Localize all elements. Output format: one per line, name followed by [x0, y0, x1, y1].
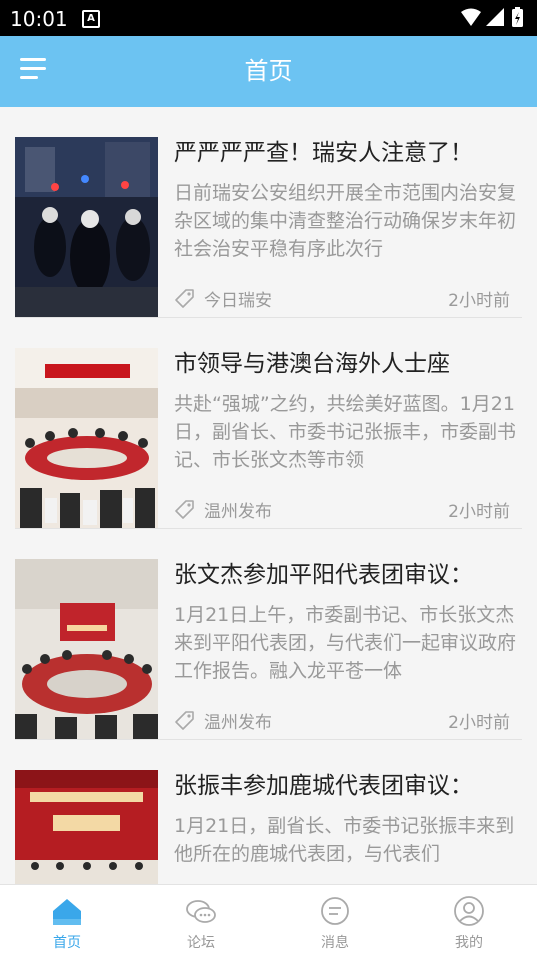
app-bar: 首页	[0, 36, 537, 107]
battery-icon	[512, 7, 523, 27]
home-icon	[53, 899, 81, 925]
news-thumbnail	[15, 770, 158, 884]
status-time: 10:01	[10, 7, 68, 31]
news-summary: 共赴“强城”之约，共绘美好蓝图。1月21日，副省长、市委书记张振丰，市委副书记、…	[174, 393, 517, 471]
status-bar: 10:01 A	[0, 0, 537, 36]
chat-icon	[186, 900, 216, 923]
news-title[interactable]: 严严严严查！瑞安人注意了！	[174, 137, 522, 169]
signal-icon	[486, 8, 504, 26]
news-time: 2小时前	[448, 291, 510, 311]
news-title[interactable]: 市领导与港澳台海外人士座	[174, 348, 522, 380]
notification-icon: A	[82, 10, 100, 28]
bottom-tab-bar: 首页 论坛 消息 我的	[0, 884, 537, 957]
news-time: 2小时前	[448, 713, 510, 733]
tab-forum[interactable]: 论坛	[134, 885, 268, 957]
news-title[interactable]: 张振丰参加鹿城代表团审议：	[174, 770, 522, 802]
tab-label: 我的	[455, 935, 483, 951]
tab-label: 首页	[53, 935, 81, 951]
tab-messages[interactable]: 消息	[268, 885, 402, 957]
news-meta: 温州发布 2小时前	[174, 496, 510, 522]
tab-profile[interactable]: 我的	[402, 885, 536, 957]
news-summary: 1月21日上午，市委副书记、市长张文杰来到平阳代表团，与代表们一起审议政府工作报…	[174, 604, 517, 682]
tag-icon	[175, 711, 194, 730]
news-meta: 温州发布 2小时前	[174, 707, 510, 733]
page-title: 首页	[244, 57, 293, 85]
tab-home[interactable]: 首页	[0, 885, 134, 957]
news-source: 今日瑞安	[204, 291, 272, 311]
news-meta: 今日瑞安 2小时前	[174, 285, 510, 311]
tab-label: 消息	[321, 935, 349, 951]
tag-icon	[175, 289, 194, 308]
news-summary: 1月21日，副省长、市委书记张振丰来到他所在的鹿城代表团，与代表们	[174, 815, 515, 865]
tab-label: 论坛	[187, 935, 215, 951]
wifi-icon	[461, 8, 481, 26]
news-summary: 日前瑞安公安组织开展全市范围内治安复杂区域的集中清查整治行动确保岁末年初社会治安…	[174, 182, 517, 260]
news-source: 温州发布	[204, 713, 272, 733]
news-item[interactable]: 张文杰参加平阳代表团审议： 1月21日上午，市委副书记、市长张文杰来到平阳代表团…	[15, 529, 522, 740]
news-list[interactable]: 严严严严查！瑞安人注意了！ 日前瑞安公安组织开展全市范围内治安复杂区域的集中清查…	[0, 107, 537, 884]
news-item[interactable]: 市领导与港澳台海外人士座 共赴“强城”之约，共绘美好蓝图。1月21日，副省长、市…	[15, 318, 522, 529]
user-icon	[454, 896, 484, 926]
tag-icon	[175, 500, 194, 519]
status-icons	[461, 7, 523, 27]
news-time: 2小时前	[448, 502, 510, 522]
news-thumbnail	[15, 559, 158, 739]
news-thumbnail	[15, 137, 158, 317]
news-item[interactable]: 张振丰参加鹿城代表团审议： 1月21日，副省长、市委书记张振丰来到他所在的鹿城代…	[15, 740, 522, 884]
news-title[interactable]: 张文杰参加平阳代表团审议：	[174, 559, 522, 591]
news-item[interactable]: 严严严严查！瑞安人注意了！ 日前瑞安公安组织开展全市范围内治安复杂区域的集中清查…	[15, 107, 522, 318]
news-thumbnail	[15, 348, 158, 528]
message-icon	[321, 897, 349, 925]
news-source: 温州发布	[204, 502, 272, 522]
